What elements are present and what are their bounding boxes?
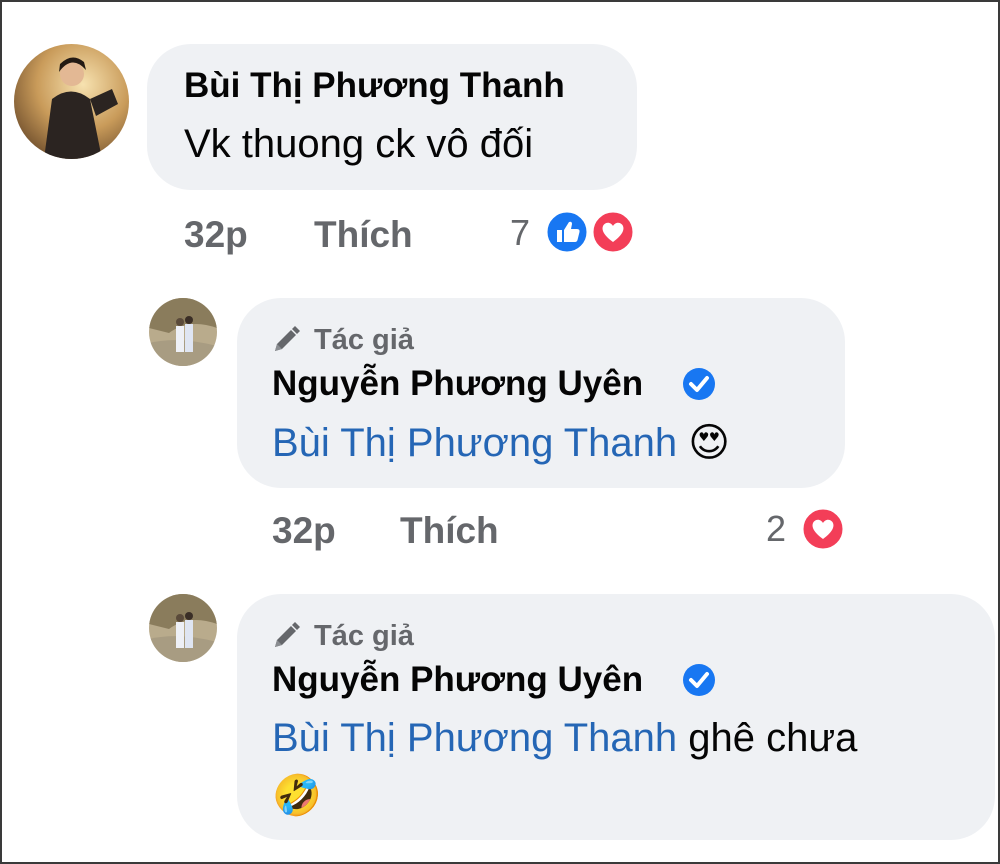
like-button[interactable]: Thích bbox=[400, 510, 499, 552]
reaction-count[interactable]: 2 bbox=[766, 508, 786, 550]
love-reaction-icon[interactable] bbox=[590, 209, 636, 260]
reply-author[interactable]: Nguyễn Phương Uyên bbox=[272, 660, 643, 700]
avatar[interactable] bbox=[14, 44, 129, 159]
mention-link[interactable]: Bùi Thị Phương Thanh bbox=[272, 421, 677, 465]
author-role-label: Tác giả bbox=[314, 620, 414, 652]
reply-time[interactable]: 32p bbox=[272, 510, 336, 552]
verified-badge-icon bbox=[681, 366, 717, 407]
comment-author[interactable]: Bùi Thị Phương Thanh bbox=[184, 66, 565, 106]
rofl-emoji: 🤣 bbox=[272, 773, 322, 819]
like-reaction-icon[interactable] bbox=[544, 209, 590, 260]
pencil-icon bbox=[270, 324, 302, 361]
comment-thread: Bùi Thị Phương Thanh Vk thuong ck vô đối… bbox=[0, 0, 1000, 864]
verified-badge-icon bbox=[681, 662, 717, 703]
reply-text-body: ghê chưa bbox=[688, 716, 858, 760]
reply-author[interactable]: Nguyễn Phương Uyên bbox=[272, 364, 643, 404]
reply-text: Bùi Thị Phương Thanh ghê chưa bbox=[272, 716, 857, 761]
comment-text: Vk thuong ck vô đối bbox=[184, 122, 534, 166]
love-reaction-icon[interactable] bbox=[800, 506, 846, 557]
mention-link[interactable]: Bùi Thị Phương Thanh bbox=[272, 716, 677, 760]
reply-text: Bùi Thị Phương Thanh 😍 bbox=[272, 420, 730, 466]
avatar[interactable] bbox=[149, 594, 217, 662]
heart-eyes-emoji: 😍 bbox=[688, 420, 730, 466]
reaction-count[interactable]: 7 bbox=[510, 212, 530, 254]
author-role-label: Tác giả bbox=[314, 324, 414, 356]
like-button[interactable]: Thích bbox=[314, 214, 413, 256]
pencil-icon bbox=[270, 620, 302, 657]
avatar[interactable] bbox=[149, 298, 217, 366]
comment-time[interactable]: 32p bbox=[184, 214, 248, 256]
